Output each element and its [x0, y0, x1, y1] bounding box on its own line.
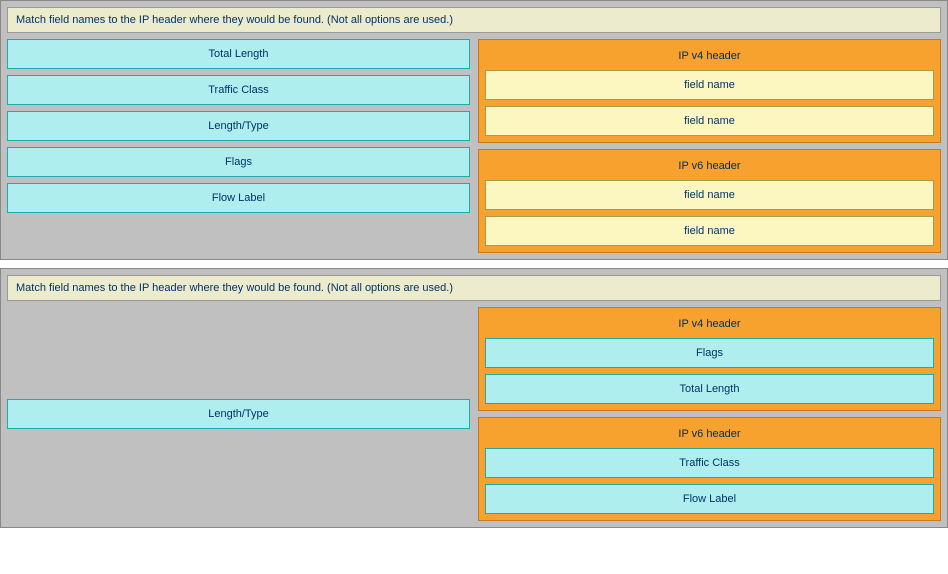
- drop-group-ipv4: IP v4 header Flags Total Length: [478, 307, 941, 411]
- token-label: Traffic Class: [208, 84, 269, 96]
- group-header: IP v6 header: [485, 156, 934, 174]
- token-column: Total Length Traffic Class Length/Type F…: [7, 39, 470, 253]
- drop-slot-filled[interactable]: Traffic Class: [485, 448, 934, 478]
- slot-text: Flags: [696, 347, 723, 359]
- group-header: IP v6 header: [485, 424, 934, 442]
- draggable-token[interactable]: Flags: [7, 147, 470, 177]
- drop-group-ipv6: IP v6 header field name field name: [478, 149, 941, 253]
- token-label: Total Length: [209, 48, 269, 60]
- slot-text: Total Length: [680, 383, 740, 395]
- drop-slot[interactable]: field name: [485, 216, 934, 246]
- drop-group-ipv6: IP v6 header Traffic Class Flow Label: [478, 417, 941, 521]
- draggable-token[interactable]: Length/Type: [7, 111, 470, 141]
- instruction-text: Match field names to the IP header where…: [16, 282, 453, 294]
- instruction-bar: Match field names to the IP header where…: [7, 7, 941, 33]
- token-label: Flags: [225, 156, 252, 168]
- instruction-bar: Match field names to the IP header where…: [7, 275, 941, 301]
- slot-text: Traffic Class: [679, 457, 740, 469]
- token-label: Length/Type: [208, 120, 269, 132]
- drop-slot[interactable]: field name: [485, 70, 934, 100]
- group-header: IP v4 header: [485, 46, 934, 64]
- draggable-token[interactable]: Flow Label: [7, 183, 470, 213]
- token-column: Length/Type: [7, 307, 470, 521]
- drop-group-ipv4: IP v4 header field name field name: [478, 39, 941, 143]
- drop-slot-filled[interactable]: Total Length: [485, 374, 934, 404]
- matching-layout: Length/Type IP v4 header Flags Total Len…: [7, 307, 941, 521]
- draggable-token[interactable]: Length/Type: [7, 399, 470, 429]
- drop-column: IP v4 header field name field name IP v6…: [478, 39, 941, 253]
- slot-text: field name: [684, 225, 735, 237]
- draggable-token[interactable]: Traffic Class: [7, 75, 470, 105]
- panel-gap: [0, 260, 948, 268]
- drop-slot[interactable]: field name: [485, 106, 934, 136]
- drop-slot-filled[interactable]: Flow Label: [485, 484, 934, 514]
- token-label: Length/Type: [208, 408, 269, 420]
- slot-text: field name: [684, 115, 735, 127]
- token-label: Flow Label: [212, 192, 265, 204]
- draggable-token[interactable]: Total Length: [7, 39, 470, 69]
- matching-panel-bottom: Match field names to the IP header where…: [0, 268, 948, 528]
- slot-text: Flow Label: [683, 493, 736, 505]
- instruction-text: Match field names to the IP header where…: [16, 14, 453, 26]
- slot-text: field name: [684, 189, 735, 201]
- drop-column: IP v4 header Flags Total Length IP v6 he…: [478, 307, 941, 521]
- group-header: IP v4 header: [485, 314, 934, 332]
- slot-text: field name: [684, 79, 735, 91]
- matching-layout: Total Length Traffic Class Length/Type F…: [7, 39, 941, 253]
- drop-slot[interactable]: field name: [485, 180, 934, 210]
- matching-panel-top: Match field names to the IP header where…: [0, 0, 948, 260]
- drop-slot-filled[interactable]: Flags: [485, 338, 934, 368]
